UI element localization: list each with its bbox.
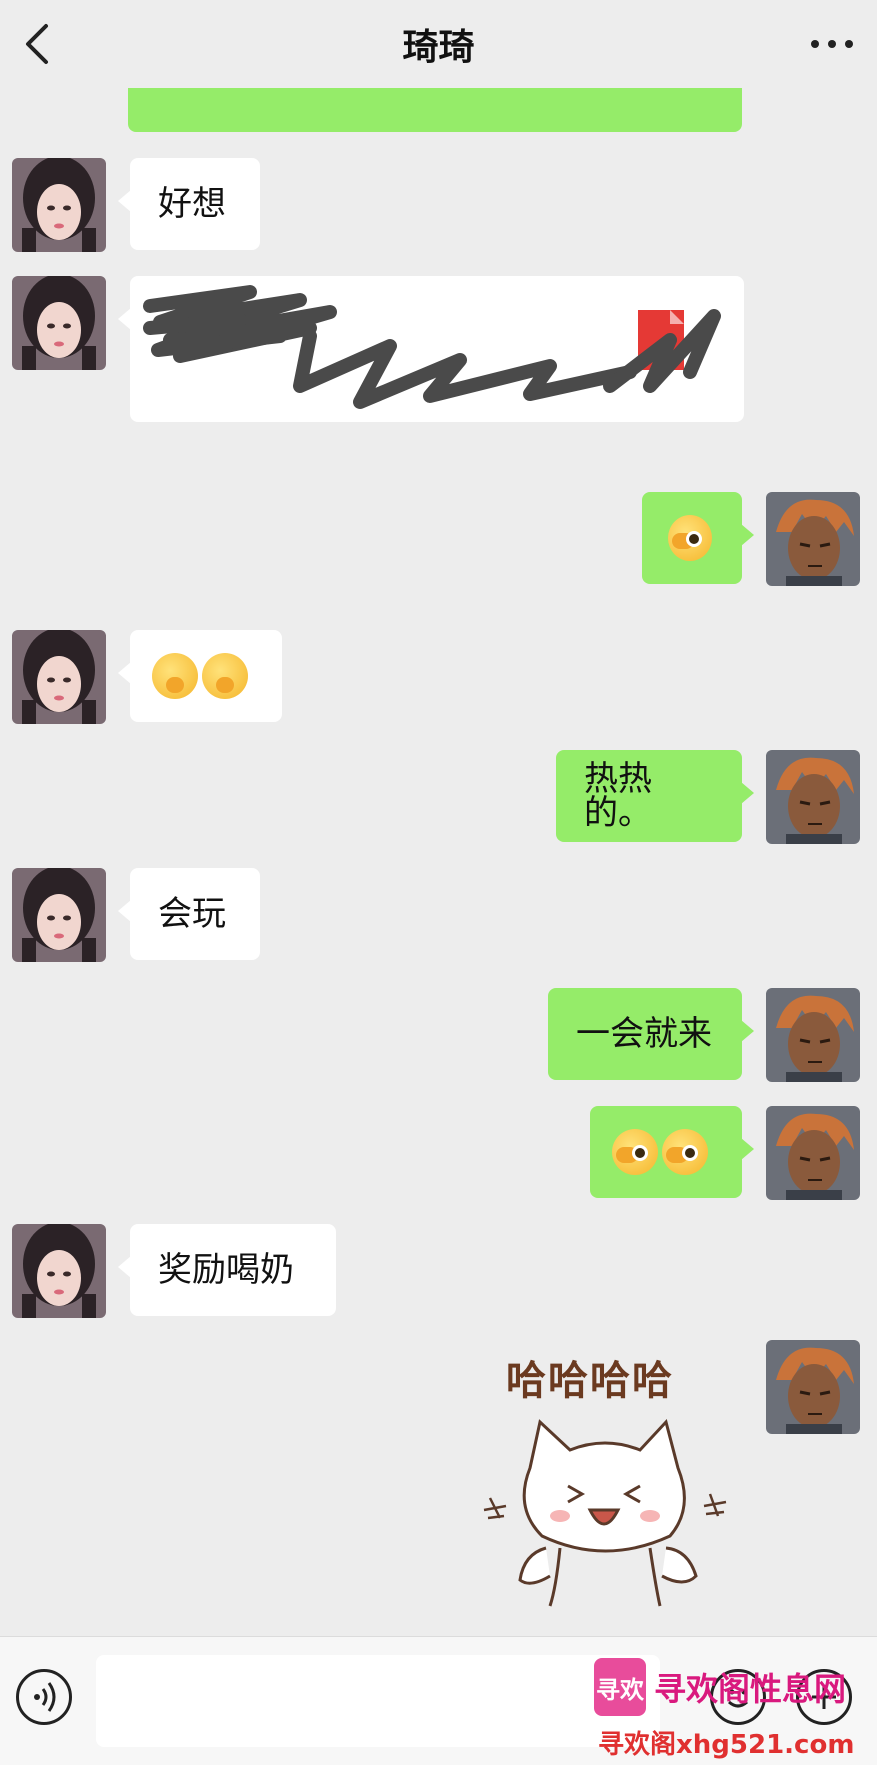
facepalm-emoji-icon <box>612 1129 658 1175</box>
cat-sticker-image <box>483 1418 727 1607</box>
more-dots-icon <box>811 40 853 48</box>
message-input[interactable] <box>96 1655 660 1747</box>
facepalm-emoji-icon <box>662 1129 708 1175</box>
contact-avatar[interactable] <box>12 158 106 252</box>
message-text: 热热的。 <box>584 759 652 833</box>
chat-area[interactable]: 好想 热热的。 会玩 一会就来 奖励喝奶 哈哈哈哈 <box>0 0 877 1636</box>
contact-avatar[interactable] <box>12 868 106 962</box>
more-options-button[interactable] <box>807 26 857 62</box>
contact-avatar[interactable] <box>12 1224 106 1318</box>
facepalm-emoji-icon <box>668 515 712 561</box>
giggle-emoji-icon <box>152 653 198 699</box>
watermark-text: 寻欢阁性息网 <box>654 1670 847 1708</box>
message-bubble[interactable] <box>590 1106 754 1198</box>
watermark-logo: 寻欢 <box>594 1658 646 1716</box>
message-bubble[interactable] <box>642 492 754 584</box>
contact-avatar[interactable] <box>12 630 106 724</box>
scribble-redaction <box>143 285 721 409</box>
message-bubble[interactable]: 会玩 <box>118 868 260 960</box>
chat-title: 琦琦 <box>402 27 475 68</box>
message-bubble[interactable]: 好想 <box>118 158 260 250</box>
my-avatar[interactable] <box>766 988 860 1082</box>
watermark: 寻欢 寻欢阁性息网 寻欢阁xhg521.com <box>590 1654 872 1764</box>
message-text: 会玩 <box>158 894 226 934</box>
my-avatar[interactable] <box>766 1106 860 1200</box>
message-text: 奖励喝奶 <box>158 1250 294 1290</box>
message-text: 好想 <box>158 184 226 224</box>
file-card-bubble[interactable] <box>118 276 744 422</box>
message-text: 一会就来 <box>576 1014 712 1054</box>
message-bubble[interactable]: 热热的。 <box>556 750 754 842</box>
message-bubble[interactable]: 一会就来 <box>548 988 754 1080</box>
my-avatar[interactable] <box>766 750 860 844</box>
contact-avatar[interactable] <box>12 276 106 370</box>
message-bubble[interactable]: 奖励喝奶 <box>118 1224 336 1316</box>
voice-icon <box>34 1682 56 1712</box>
cat-sticker[interactable]: 哈哈哈哈 <box>470 1348 740 1608</box>
top-nav-bar: 琦琦 <box>0 0 877 88</box>
watermark-url: 寻欢阁xhg521.com <box>598 1730 855 1760</box>
message-bubble[interactable] <box>118 630 282 722</box>
my-avatar[interactable] <box>766 1340 860 1434</box>
giggle-emoji-icon <box>202 653 248 699</box>
voice-button[interactable] <box>16 1669 72 1725</box>
my-avatar[interactable] <box>766 492 860 586</box>
